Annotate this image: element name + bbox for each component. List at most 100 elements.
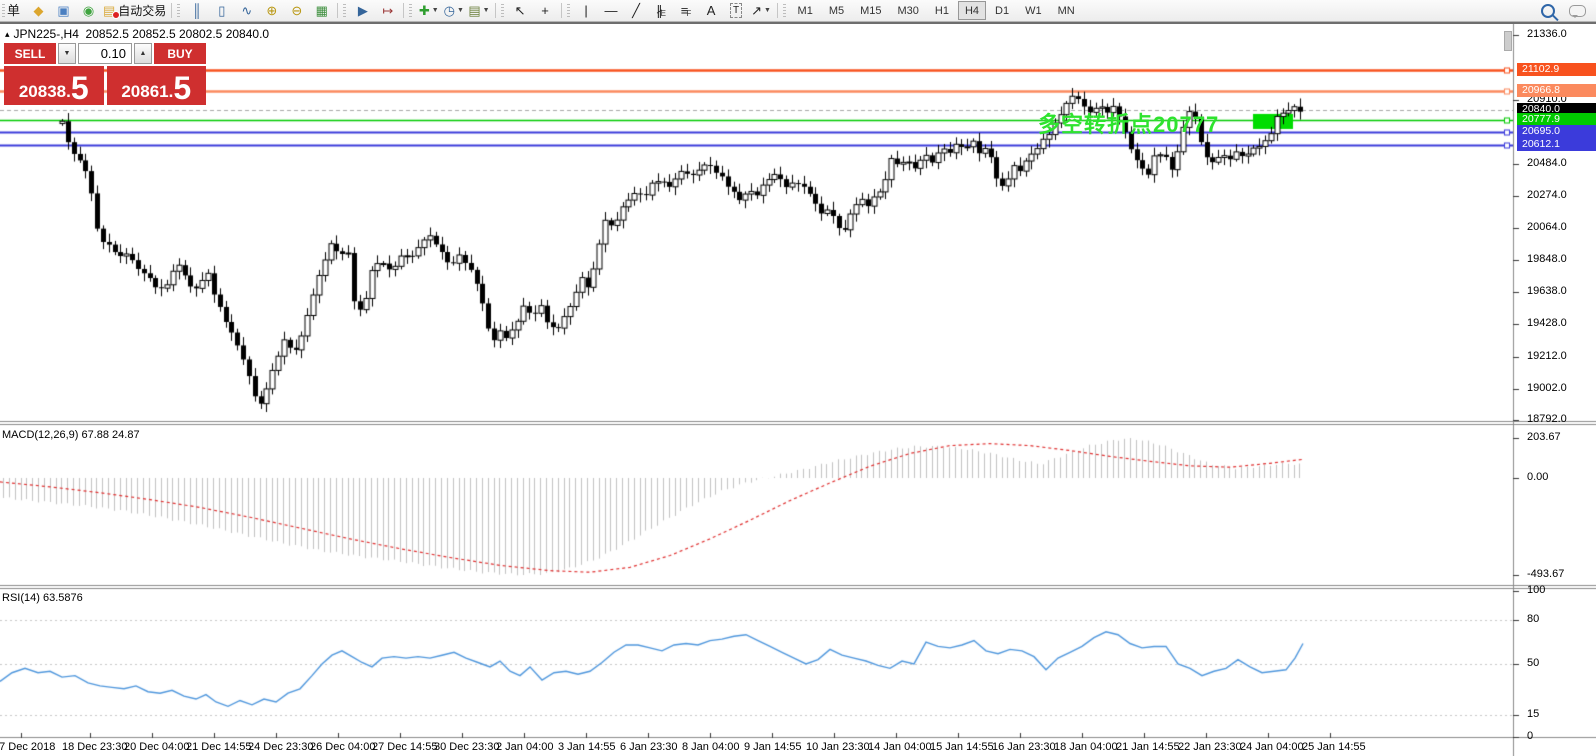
new-order-icon[interactable]: 单 [1,0,26,21]
timeframe-button-m15[interactable]: M15 [853,1,888,20]
price-level-label: 21102.9 [1517,63,1596,77]
buy-button[interactable]: BUY [154,43,206,64]
price-level-label: 20612.1 [1517,137,1596,151]
text-icon[interactable]: A [699,0,724,21]
time-axis-label: 26 Dec 04:00 [310,741,376,753]
buy-price-button[interactable]: 20861. 5 [106,66,206,106]
price-level-label: 20966.8 [1517,83,1596,97]
time-axis-label: 20 Dec 04:00 [124,741,190,753]
vertical-line-icon[interactable]: | [574,0,599,21]
chart-scrollbar-thumb[interactable] [1504,31,1512,51]
sell-button[interactable]: SELL [4,43,56,64]
cursor-icon[interactable]: ↖ [508,0,533,21]
rsi-indicator-label: RSI(14) 63.5876 [2,592,83,604]
fibonacci-icon[interactable]: ≡ F [674,0,699,21]
toolbar-grip [409,3,413,18]
equidistant-channel-icon[interactable]: ∦ E [649,0,674,21]
volume-input[interactable] [78,43,132,64]
price-tick-label: 19638.0 [1527,285,1567,298]
macd-axis-label: -493.67 [1527,567,1565,580]
chart-area[interactable] [0,0,1596,756]
chat-icon[interactable] [1569,4,1586,18]
macd-indicator-label: MACD(12,26,9) 67.88 24.87 [2,429,140,441]
order-cube-icon[interactable]: ◆ [26,0,51,21]
chart-title-text: JPN225-,H4 20852.5 20852.5 20802.5 20840… [13,27,270,41]
time-axis-label: 24 Jan 04:00 [1240,741,1304,753]
periods-icon[interactable]: ◷ ▼ [441,0,466,21]
price-tick-label: 20064.0 [1527,220,1567,233]
time-axis-label: 2 Jan 04:00 [496,741,554,753]
tile-windows-icon[interactable]: ▦ [309,0,334,21]
buy-price-main: 20861 [121,82,169,101]
volume-increase-button[interactable]: ▲ [134,43,152,64]
time-axis-label: 18 Jan 04:00 [1054,741,1118,753]
rsi-axis-label: 15 [1527,708,1540,721]
price-tick-label: 19848.0 [1527,253,1567,266]
zoom-out-icon[interactable]: ⊖ [284,0,309,21]
time-axis-label: 27 Dec 14:55 [372,741,438,753]
timeframe-button-d1[interactable]: D1 [988,1,1016,20]
rsi-axis-label: 80 [1527,613,1540,626]
macd-axis-label: 203.67 [1527,431,1561,444]
time-axis-label: 9 Jan 14:55 [744,741,802,753]
volume-decrease-button[interactable]: ▼ [58,43,76,64]
chart-title: ▴ JPN225-,H4 20852.5 20852.5 20802.5 208… [5,27,269,41]
time-axis-label: 30 Dec 23:30 [434,741,500,753]
time-axis-label: 21 Jan 14:55 [1116,741,1180,753]
time-axis-label: 6 Jan 23:30 [620,741,678,753]
macd-axis-label: 0.00 [1527,471,1549,483]
dropdown-caret-icon: ▼ [457,7,464,14]
trendline-icon[interactable]: ╱ [624,0,649,21]
bar-chart-icon[interactable]: ║ [184,0,209,21]
rsi-axis-label: 100 [1527,583,1546,596]
zoom-in-icon[interactable]: ⊕ [259,0,284,21]
time-axis-label: 3 Jan 14:55 [558,741,616,753]
buy-price-pips: 5 [173,70,192,106]
arrows-icon[interactable]: ↗ ▼ [749,0,774,21]
autotrading-icon[interactable]: ▤ 自动交易 [101,0,168,21]
toolbar-grip [500,3,504,18]
sell-price-pips: 5 [70,70,89,106]
price-level-label: 20695.0 [1517,125,1596,139]
price-tick-label: 20484.0 [1527,157,1567,170]
indicators-icon[interactable]: ✚ ▼ [416,0,441,21]
community-icon[interactable]: ▣ [51,0,76,21]
timeframe-button-mn[interactable]: MN [1051,1,1082,20]
toolbar: 单 ◆ ▣ ◉ ▤ 自动交易 ║ ▯ ∿ ⊕ ⊖ ▦ ▶ ↦ ✚ ▼ ◷ ▼ ▤ ▼ ↖ + | — ╱ ∦ E ≡ F A T ↗ ▼ M1 M5… [0,0,1596,22]
price-tick-label: 19212.0 [1527,349,1567,362]
chart-shift-icon[interactable]: ↦ [375,0,400,21]
crosshair-icon[interactable]: + [533,0,558,21]
timeframe-button-m5[interactable]: M5 [822,1,851,20]
one-click-trading-panel: SELL ▼ ▲ BUY 20838.5 20861.5 [4,43,206,105]
timeframe-button-m1[interactable]: M1 [791,1,820,20]
candlestick-chart-icon[interactable]: ▯ [209,0,234,21]
dropdown-caret-icon: ▼ [482,7,490,14]
timeframe-button-w1[interactable]: W1 [1018,1,1049,20]
auto-scroll-icon[interactable]: ▶ [350,0,375,21]
price-level-label: 20777.9 [1517,112,1596,126]
time-axis-label: 25 Jan 14:55 [1302,741,1366,753]
time-axis-label: 24 Dec 23:30 [248,741,314,753]
timeframe-button-h1[interactable]: H1 [928,1,956,20]
time-axis-label: 8 Jan 04:00 [682,741,740,753]
time-axis-label: 15 Jan 14:55 [930,741,994,753]
time-axis-label: 10 Jan 23:30 [806,741,870,753]
templates-icon[interactable]: ▤ ▼ [466,0,491,21]
toolbar-grip [177,3,181,18]
signals-icon[interactable]: ◉ [76,0,101,21]
time-axis-label: 22 Jan 23:30 [1178,741,1242,753]
dropdown-caret-icon: ▼ [764,7,771,14]
horizontal-line-icon[interactable]: — [599,0,624,21]
window-border [0,22,1596,24]
timeframe-button-m30[interactable]: M30 [891,1,926,20]
toolbar-grip [343,3,347,18]
rsi-axis-label: 0 [1527,730,1534,742]
timeframe-button-h4[interactable]: H4 [957,1,987,20]
chart-annotation-text: 多空转折点20777 [1038,112,1220,137]
text-label-icon[interactable]: T [724,0,749,21]
search-icon[interactable] [1541,3,1555,18]
sell-price-button[interactable]: 20838. 5 [4,66,104,105]
line-chart-icon[interactable]: ∿ [234,0,259,21]
toolbar-grip [566,3,570,18]
autotrading-stopped-badge [112,11,120,19]
